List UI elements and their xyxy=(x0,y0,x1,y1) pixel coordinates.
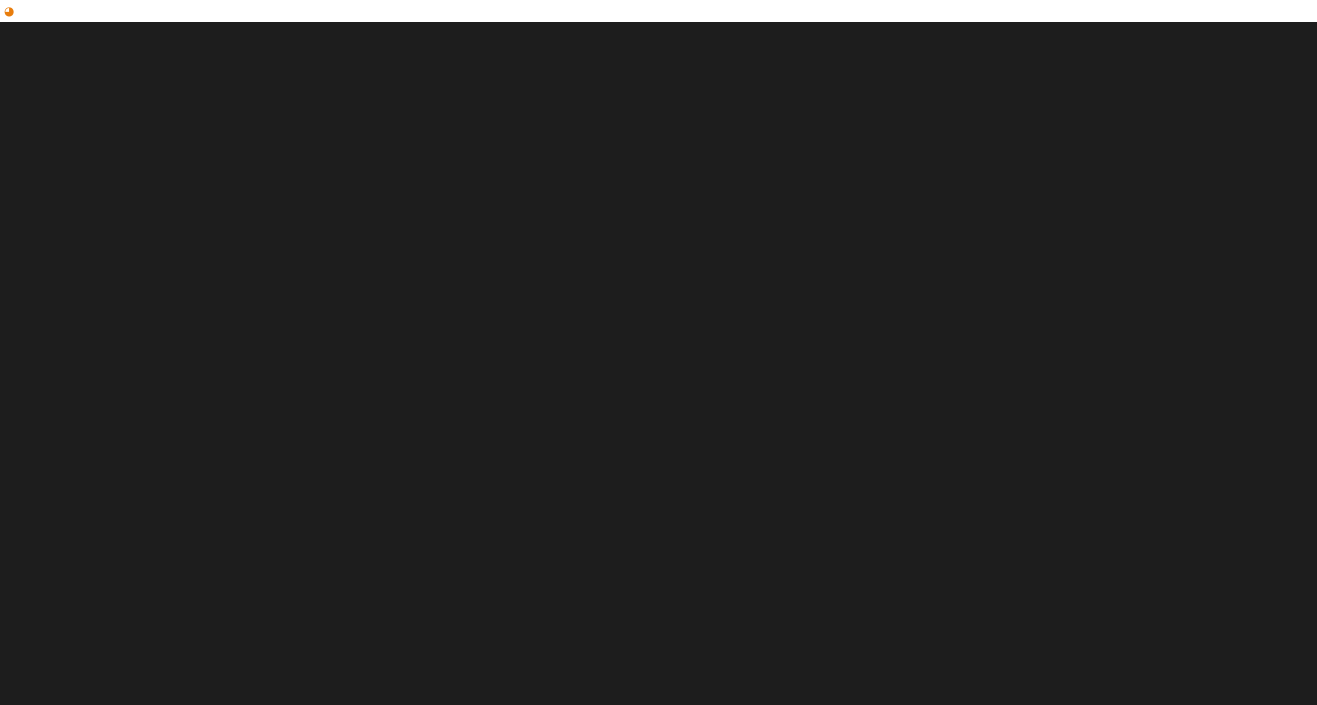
blender-logo-icon: ◕ xyxy=(4,4,15,18)
window-titlebar: ◕ xyxy=(0,0,1317,22)
